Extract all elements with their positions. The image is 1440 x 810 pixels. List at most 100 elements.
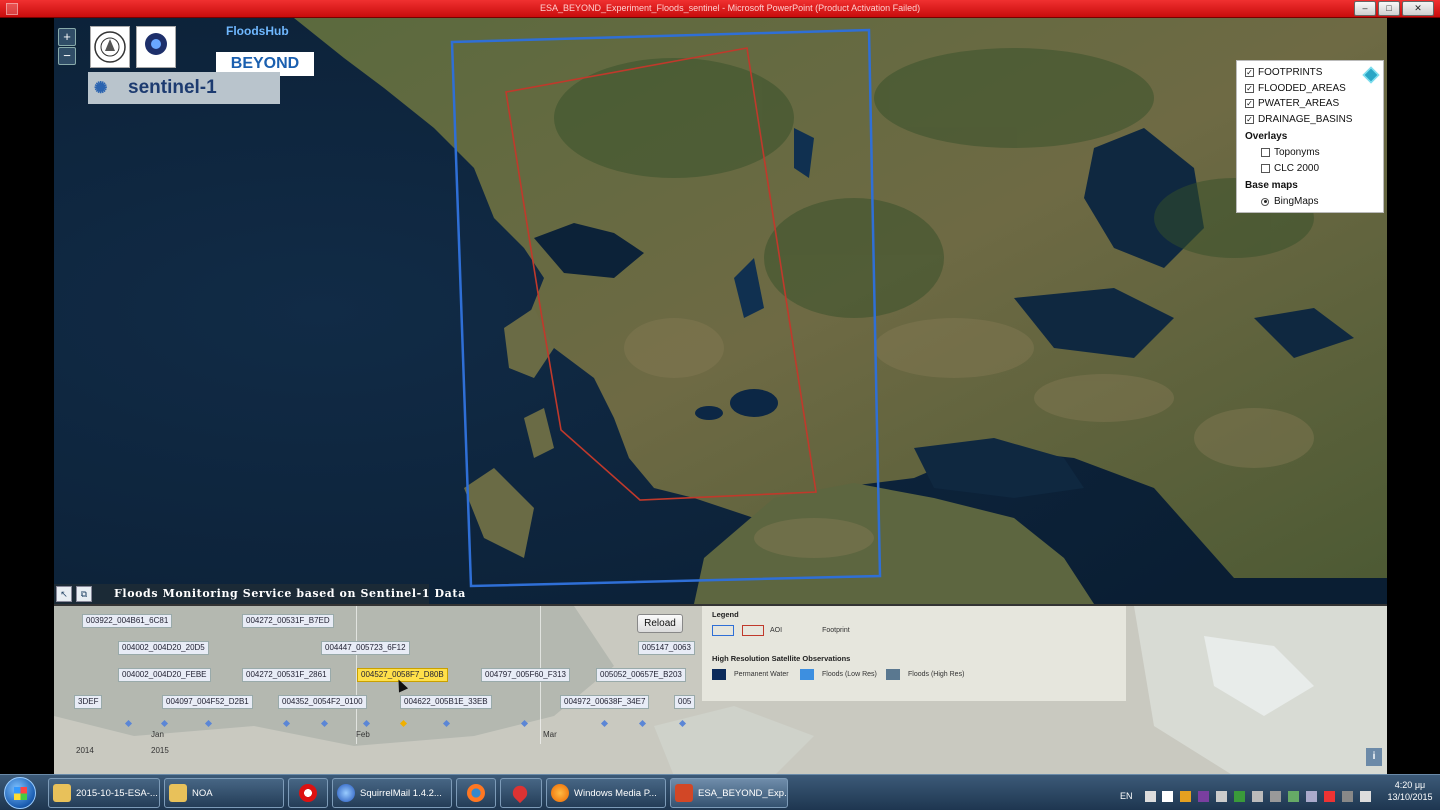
maximize-button[interactable]: □ bbox=[1378, 1, 1400, 16]
taskbar-item-label: ESA_BEYOND_Exp... bbox=[698, 787, 788, 799]
windows-flag-icon[interactable] bbox=[1162, 791, 1173, 802]
close-button[interactable]: ✕ bbox=[1402, 1, 1434, 16]
start-button[interactable] bbox=[4, 777, 36, 809]
taskbar-item-powerpoint[interactable]: ESA_BEYOND_Exp... bbox=[670, 778, 788, 808]
info-button[interactable]: i bbox=[1366, 748, 1382, 766]
satellite-icon: ✺ bbox=[94, 80, 108, 97]
legend-footprint-label: Footprint bbox=[822, 627, 850, 634]
overlay-label: Toponyms bbox=[1274, 147, 1320, 159]
tray-arrow-icon[interactable] bbox=[1145, 791, 1156, 802]
windows-taskbar: 2015-10-15-ESA-... NOA SquirrelMail 1.4.… bbox=[0, 774, 1440, 810]
checkbox-icon[interactable]: ✓ bbox=[1245, 68, 1254, 78]
layer-label: DRAINAGE_BASINS bbox=[1258, 113, 1353, 125]
monitor-icon[interactable] bbox=[1306, 791, 1317, 802]
layer-flooded-areas[interactable]: ✓ FLOODED_AREAS bbox=[1245, 81, 1375, 97]
taskbar-item-folder[interactable]: 2015-10-15-ESA-... bbox=[48, 778, 160, 808]
radio-icon[interactable] bbox=[1261, 197, 1269, 206]
internet-explorer-icon bbox=[337, 784, 355, 802]
network-icon[interactable] bbox=[1270, 791, 1281, 802]
tray-app-icon[interactable] bbox=[1180, 791, 1191, 802]
basemaps-heading: Base maps bbox=[1245, 180, 1298, 191]
timeline-tag[interactable]: 005147_0063 bbox=[638, 641, 695, 655]
timeline-panel[interactable]: 003922_004B61_6C81 004272_00531F_B7ED 00… bbox=[54, 604, 1387, 774]
floodshub-logo: FloodsHub bbox=[226, 24, 289, 38]
timeline-tag[interactable]: 003922_004B61_6C81 bbox=[82, 614, 173, 628]
timeline-tag[interactable]: 004097_004F52_D2B1 bbox=[162, 695, 253, 709]
taskbar-item-label: 2015-10-15-ESA-... bbox=[76, 787, 158, 799]
basemap-label: BingMaps bbox=[1274, 196, 1319, 208]
noa-seal-logo bbox=[90, 26, 130, 68]
flag-icon[interactable] bbox=[1252, 791, 1263, 802]
timeline-tag[interactable]: 004447_005723_6F12 bbox=[321, 641, 410, 655]
taskbar-item-noa[interactable]: NOA bbox=[164, 778, 284, 808]
timeline-tag[interactable]: 005 bbox=[674, 695, 696, 709]
aoi-swatch bbox=[712, 625, 734, 636]
timeline-tag[interactable]: 004272_00531F_2861 bbox=[242, 668, 331, 682]
taskbar-item-opera[interactable] bbox=[288, 778, 328, 808]
zoom-out-button[interactable]: − bbox=[58, 47, 76, 65]
clock-date: 13/10/2015 bbox=[1387, 792, 1433, 802]
select-tool-icon[interactable]: ↖ bbox=[56, 586, 72, 602]
service-title: Floods Monitoring Service based on Senti… bbox=[114, 587, 466, 600]
pan-tool-icon[interactable]: ⧉ bbox=[76, 586, 92, 602]
timeline-year-label: 2014 bbox=[76, 746, 94, 755]
taskbar-item-squirrelmail[interactable]: SquirrelMail 1.4.2... bbox=[332, 778, 452, 808]
sentinel-logo: ✺ sentinel-1 bbox=[88, 72, 280, 104]
checkbox-icon[interactable]: ✓ bbox=[1245, 114, 1254, 124]
timeline-month-label: Jan bbox=[151, 730, 164, 739]
timeline-tag[interactable]: 004002_004D20_FEBE bbox=[118, 668, 211, 682]
overlay-label: CLC 2000 bbox=[1274, 162, 1320, 174]
timeline-tag[interactable]: 004622_005B1E_33EB bbox=[400, 695, 492, 709]
floods-high-swatch bbox=[886, 669, 900, 680]
checkbox-icon[interactable]: ✓ bbox=[1245, 99, 1254, 109]
iaasars-logo bbox=[136, 26, 176, 68]
layer-label: FOOTPRINTS bbox=[1258, 67, 1323, 79]
right-letterbox bbox=[1387, 18, 1440, 774]
timeline-tag[interactable]: 004272_00531F_B7ED bbox=[242, 614, 334, 628]
volume-icon[interactable] bbox=[1360, 791, 1371, 802]
reload-button[interactable]: Reload bbox=[637, 614, 683, 633]
security-icon[interactable] bbox=[1234, 791, 1245, 802]
legend-floods-high-label: Floods (High Res) bbox=[908, 671, 965, 678]
signal-icon[interactable] bbox=[1342, 791, 1353, 802]
overlays-heading: Overlays bbox=[1245, 131, 1288, 142]
timeline-tag[interactable]: 004352_0054F2_0100 bbox=[278, 695, 367, 709]
overlay-clc2000[interactable]: CLC 2000 bbox=[1245, 161, 1375, 177]
timeline-tag[interactable]: 004002_004D20_20D5 bbox=[118, 641, 209, 655]
map-toolbar: ↖ ⧉ Floods Monitoring Service based on S… bbox=[54, 584, 465, 604]
layer-pwater-areas[interactable]: ✓ PWATER_AREAS bbox=[1245, 96, 1375, 112]
timeline-tag[interactable]: 3DEF bbox=[74, 695, 103, 709]
layer-switcher-panel: ✓ FOOTPRINTS ✓ FLOODED_AREAS ✓ PWATER_AREAS… bbox=[1236, 60, 1384, 213]
basemap-bingmaps[interactable]: BingMaps bbox=[1245, 194, 1375, 210]
layer-drainage-basins[interactable]: ✓ DRAINAGE_BASINS bbox=[1245, 112, 1375, 128]
timeline-month-label: Feb bbox=[356, 730, 370, 739]
app-icon bbox=[6, 3, 18, 15]
taskbar-item-media-player[interactable]: Windows Media P... bbox=[546, 778, 666, 808]
timeline-tag[interactable]: 004972_00638F_34E7 bbox=[560, 695, 650, 709]
layer-footprints[interactable]: ✓ FOOTPRINTS bbox=[1245, 65, 1375, 81]
battery-icon[interactable] bbox=[1288, 791, 1299, 802]
folder-icon bbox=[169, 784, 187, 802]
opera-icon bbox=[299, 784, 317, 802]
language-indicator[interactable]: EN bbox=[1120, 791, 1133, 801]
powerpoint-icon bbox=[675, 784, 693, 802]
printer-icon[interactable] bbox=[1216, 791, 1227, 802]
antivirus-icon[interactable] bbox=[1324, 791, 1335, 802]
media-player-icon bbox=[551, 784, 569, 802]
taskbar-item-firefox[interactable] bbox=[456, 778, 496, 808]
system-clock[interactable]: 4:20 μμ 13/10/2015 bbox=[1384, 779, 1436, 803]
checkbox-icon[interactable] bbox=[1261, 163, 1270, 173]
onenote-icon[interactable] bbox=[1198, 791, 1209, 802]
minimize-button[interactable]: – bbox=[1354, 1, 1376, 16]
zoom-in-button[interactable]: + bbox=[58, 28, 76, 46]
taskbar-item-maps[interactable] bbox=[500, 778, 542, 808]
timeline-tag[interactable]: 004797_005F60_F313 bbox=[481, 668, 570, 682]
map-view[interactable]: + − FloodsHub BEYOND ✺ sentinel-1 ✓ FOOTP… bbox=[54, 18, 1387, 604]
folder-icon bbox=[53, 784, 71, 802]
taskbar-item-label: NOA bbox=[192, 787, 213, 799]
checkbox-icon[interactable]: ✓ bbox=[1245, 83, 1254, 93]
checkbox-icon[interactable] bbox=[1261, 148, 1270, 158]
clock-time: 4:20 μμ bbox=[1394, 780, 1426, 790]
timeline-tag[interactable]: 005052_00657E_B203 bbox=[596, 668, 686, 682]
overlay-toponyms[interactable]: Toponyms bbox=[1245, 145, 1375, 161]
